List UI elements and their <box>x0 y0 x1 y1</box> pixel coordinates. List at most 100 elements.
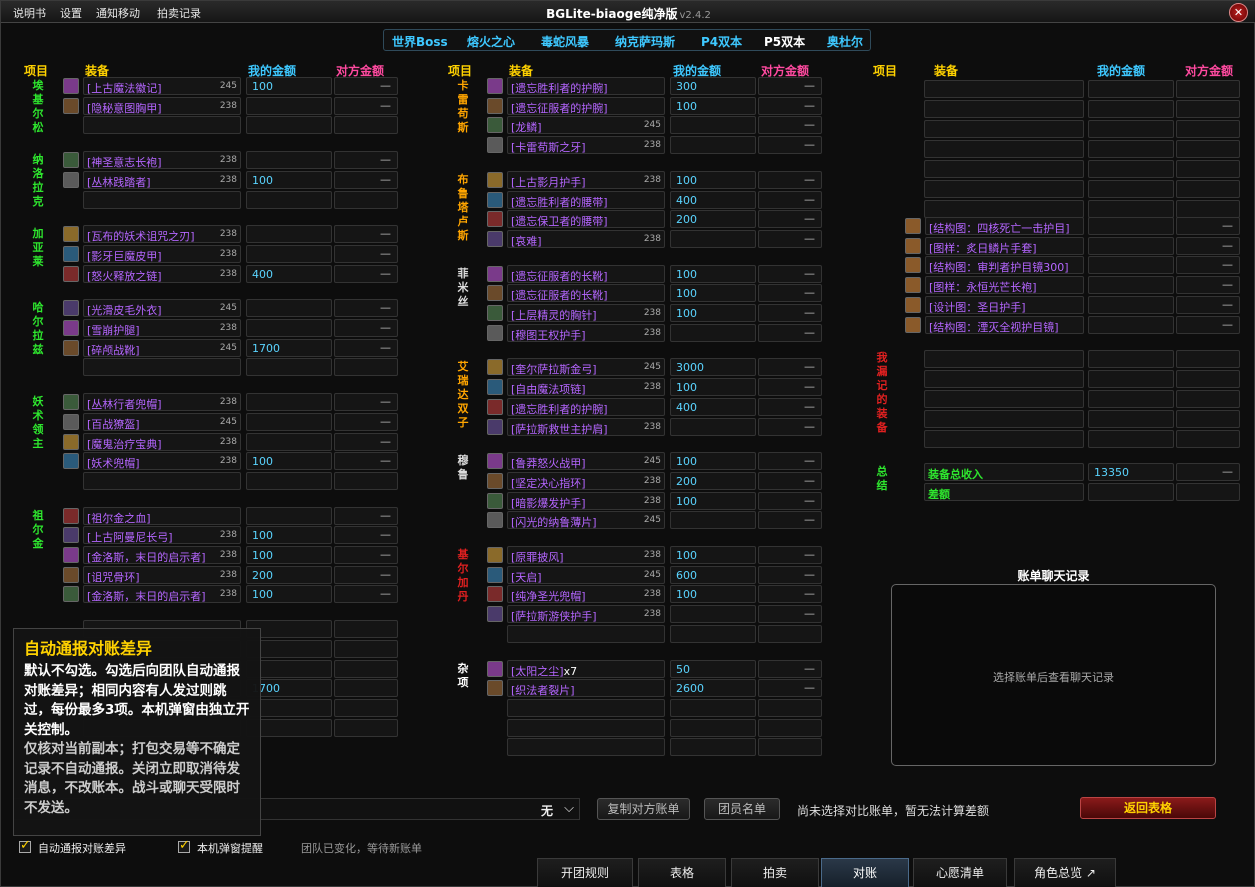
item-name-field[interactable]: [哀难] 238 <box>507 229 665 248</box>
item-name-field[interactable]: [金洛斯，末日的启示者] 238 <box>83 585 241 604</box>
item-name-field[interactable]: [鲁莽怒火战甲] 245 <box>507 452 665 471</box>
my-gold-input[interactable] <box>670 417 756 436</box>
item-name-field[interactable]: [闪光的纳鲁薄片] 245 <box>507 511 665 530</box>
item-name-field[interactable]: [妖术兜帽] 238 <box>83 452 241 471</box>
my-gold-input[interactable]: 400 <box>670 397 756 416</box>
my-gold-input[interactable]: 3000 <box>670 358 756 377</box>
my-gold-input[interactable] <box>670 698 756 717</box>
my-gold-input[interactable]: 100 <box>670 96 756 115</box>
bottom-tab-1[interactable]: 开团规则 <box>537 858 633 887</box>
my-gold-input[interactable] <box>246 225 332 244</box>
my-gold-input[interactable]: 300 <box>670 77 756 95</box>
item-name-field[interactable] <box>507 738 665 757</box>
my-gold-input[interactable] <box>246 151 332 170</box>
blank-equip-field[interactable] <box>924 160 1084 178</box>
item-name-field[interactable]: [卡雷苟斯之牙] 238 <box>507 136 665 155</box>
tab-serpent-storm[interactable]: 毒蛇风暴 <box>541 33 589 50</box>
item-name-field[interactable] <box>507 698 665 717</box>
my-gold-input[interactable] <box>670 323 756 342</box>
item-name-field[interactable]: [奎尔萨拉斯金弓] 245 <box>507 358 665 377</box>
my-gold-input[interactable] <box>670 718 756 737</box>
my-gold-input[interactable] <box>1088 217 1174 235</box>
my-gold-input[interactable] <box>246 319 332 337</box>
blank-my-gold[interactable] <box>1088 100 1174 118</box>
blueprint-name-field[interactable]: [结构图：四核死亡一击护目] <box>925 217 1084 235</box>
my-gold-input[interactable]: 1700 <box>246 338 332 357</box>
item-name-field[interactable]: [萨拉斯救世主护肩] 238 <box>507 417 665 436</box>
item-name-field[interactable]: [丛林行者兜帽] 238 <box>83 393 241 412</box>
close-icon[interactable]: ✕ <box>1229 3 1248 22</box>
my-gold-input[interactable] <box>246 190 332 209</box>
blueprint-name-field[interactable]: [设计图：圣日护手] <box>925 295 1084 314</box>
blank-equip-field[interactable] <box>924 120 1084 138</box>
item-name-field[interactable]: [上层精灵的胸针] 238 <box>507 304 665 322</box>
bottom-tab-5[interactable]: 心愿清单 <box>913 858 1007 887</box>
blank-my-gold[interactable] <box>1088 80 1174 98</box>
missed-my-gold[interactable] <box>1088 350 1174 368</box>
item-name-field[interactable]: [上古魔法徽记] 245 <box>83 77 241 95</box>
copy-opponent-bill-button[interactable]: 复制对方账单 <box>597 798 690 820</box>
my-gold-input[interactable] <box>1088 295 1174 314</box>
item-name-field[interactable]: [暗影爆发护手] 238 <box>507 491 665 510</box>
my-gold-input[interactable]: 100 <box>670 264 756 283</box>
my-gold-input[interactable] <box>670 738 756 757</box>
item-name-field[interactable]: [雪崩护腿] 238 <box>83 319 241 337</box>
my-gold-input[interactable] <box>1088 276 1174 295</box>
item-name-field[interactable]: [织法者裂片] <box>507 679 665 698</box>
missed-my-gold[interactable] <box>1088 430 1174 448</box>
blank-equip-field[interactable] <box>924 180 1084 198</box>
my-gold-input[interactable] <box>246 432 332 451</box>
blank-equip-field[interactable] <box>924 100 1084 118</box>
my-gold-input[interactable] <box>1088 236 1174 255</box>
my-gold-input[interactable]: 200 <box>670 210 756 229</box>
my-gold-input[interactable]: 50 <box>670 659 756 678</box>
item-name-field[interactable]: [遗忘胜利者的护腕] <box>507 397 665 416</box>
my-gold-input[interactable]: 100 <box>246 526 332 545</box>
item-name-field[interactable]: [金洛斯，末日的启示者] 238 <box>83 546 241 564</box>
missed-my-gold[interactable] <box>1088 390 1174 408</box>
item-name-field[interactable]: [神圣意志长袍] 238 <box>83 151 241 170</box>
blank-my-gold[interactable] <box>1088 200 1174 218</box>
missed-equip-field[interactable] <box>924 370 1084 388</box>
blank-equip-field[interactable] <box>924 140 1084 158</box>
my-gold-input[interactable]: 400 <box>246 264 332 283</box>
blueprint-name-field[interactable]: [图样：永恒光芒长袍] <box>925 276 1084 295</box>
my-gold-input[interactable] <box>246 358 332 377</box>
blank-equip-field[interactable] <box>924 80 1084 98</box>
members-list-button[interactable]: 团员名单 <box>704 798 780 820</box>
item-name-field[interactable]: [遗忘保卫者的腰带] <box>507 210 665 229</box>
bottom-tab-4[interactable]: 对账 <box>821 858 909 887</box>
blank-equip-field[interactable] <box>924 200 1084 218</box>
item-name-field[interactable]: [隐秘意图胸甲] 238 <box>83 96 241 115</box>
my-gold-input[interactable]: 100 <box>670 378 756 397</box>
my-gold-input[interactable] <box>670 116 756 135</box>
bottom-tab-6[interactable]: 角色总览 ↗ <box>1014 858 1116 887</box>
tab-naxxramas[interactable]: 纳克萨玛斯 <box>615 33 675 50</box>
missed-equip-field[interactable] <box>924 410 1084 428</box>
missed-my-gold[interactable] <box>1088 370 1174 388</box>
blank-my-gold[interactable] <box>1088 140 1174 158</box>
item-name-field[interactable]: [上古阿曼尼长弓] 238 <box>83 526 241 545</box>
item-name-field[interactable]: [萨拉斯游侠护手] 238 <box>507 605 665 624</box>
my-gold-input[interactable]: 100 <box>246 452 332 471</box>
item-name-field[interactable]: [诅咒骨环] 238 <box>83 565 241 584</box>
tab-p5[interactable]: P5双本 <box>764 33 805 50</box>
blueprint-name-field[interactable]: [结构图：湮灭全视护目镜] <box>925 315 1084 334</box>
item-name-field[interactable]: [上古影月护手] 238 <box>507 170 665 189</box>
my-gold-input[interactable]: 100 <box>670 491 756 510</box>
tab-molten-core[interactable]: 熔火之心 <box>467 33 515 50</box>
my-gold-input[interactable] <box>246 244 332 263</box>
tab-p4[interactable]: P4双本 <box>701 33 742 50</box>
auto-report-checkbox[interactable] <box>19 838 31 853</box>
tab-world-boss[interactable]: 世界Boss <box>392 33 448 50</box>
item-name-field[interactable] <box>83 358 241 377</box>
return-to-table-button[interactable]: 返回表格 <box>1080 797 1216 819</box>
my-gold-input[interactable] <box>670 511 756 530</box>
item-name-field[interactable]: [百战獠盔] 245 <box>83 412 241 431</box>
my-gold-input[interactable]: 100 <box>670 585 756 604</box>
my-gold-input[interactable]: 2600 <box>670 679 756 698</box>
my-gold-input[interactable] <box>670 229 756 248</box>
item-name-field[interactable]: [怒火释放之链] 238 <box>83 264 241 283</box>
tab-ulduar[interactable]: 奥杜尔 <box>827 33 863 50</box>
my-gold-input[interactable]: 400 <box>670 190 756 209</box>
